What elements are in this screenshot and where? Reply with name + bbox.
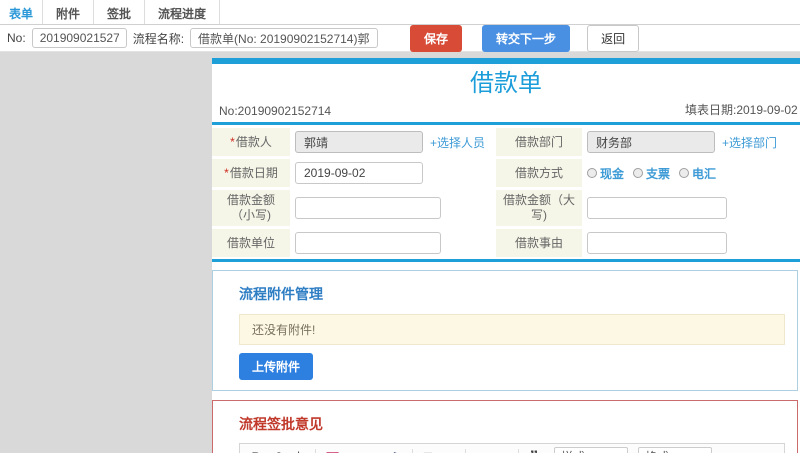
borrower-input[interactable] — [295, 131, 423, 153]
loan-unit-input[interactable] — [295, 232, 441, 254]
borrower-label: *借款人 — [212, 128, 290, 156]
tab-attachments[interactable]: 附件 — [43, 0, 95, 24]
radio-icon[interactable] — [633, 168, 644, 178]
attachments-heading: 流程附件管理 — [239, 286, 323, 302]
remove-format-icon[interactable]: ⌫ — [321, 447, 341, 453]
action-toolbar: No: 流程名称: 保存 转交下一步 返回 — [0, 24, 800, 52]
select-department-link[interactable]: +选择部门 — [722, 134, 777, 151]
amount-uppercase-input[interactable] — [587, 197, 727, 219]
italic-icon[interactable]: I — [268, 447, 288, 453]
radio-wire[interactable]: 电汇 — [679, 165, 716, 182]
radio-icon[interactable] — [679, 168, 690, 178]
loan-unit-label: 借款单位 — [212, 229, 290, 257]
amount-lowercase-label: 借款金额（小写) — [212, 190, 290, 226]
tab-bar: 表单 附件 签批 流程进度 — [0, 0, 800, 25]
form-fill-date: 填表日期:2019-09-02 15:27:1 — [685, 103, 800, 117]
required-asterisk: * — [230, 134, 235, 149]
rich-text-editor: B I abc ⌫ ⚭ ⚮ ⚑ ≣ ≡ ⇤ ⇥ ” — [239, 443, 785, 453]
required-asterisk: * — [224, 165, 229, 180]
bulleted-list-icon[interactable]: ≡ — [440, 447, 460, 453]
loan-method-label: 借款方式 — [496, 159, 582, 187]
back-button[interactable]: 返回 — [587, 24, 640, 52]
editor-toolbar: B I abc ⌫ ⚭ ⚮ ⚑ ≣ ≡ ⇤ ⇥ ” — [240, 444, 784, 453]
anchor-flag-icon[interactable]: ⚑ — [387, 447, 407, 453]
select-person-link[interactable]: +选择人员 — [430, 134, 485, 151]
upload-attachment-button[interactable]: 上传附件 — [239, 353, 314, 380]
loan-reason-input[interactable] — [587, 232, 727, 254]
link-icon[interactable]: ⚭ — [343, 447, 363, 453]
tab-approval[interactable]: 签批 — [94, 0, 146, 24]
form-title: 借款单 — [470, 70, 542, 97]
amount-lowercase-input[interactable] — [295, 197, 441, 219]
radio-cheque[interactable]: 支票 — [633, 165, 670, 182]
no-attachments-alert: 还没有附件! — [239, 314, 785, 345]
loan-method-options: 现金 支票 电汇 — [587, 165, 716, 182]
loan-date-label: *借款日期 — [212, 159, 290, 187]
outdent-icon[interactable]: ⇤ — [471, 447, 491, 453]
save-button[interactable]: 保存 — [410, 24, 463, 52]
numbered-list-icon[interactable]: ≣ — [418, 447, 438, 453]
divider-line-bottom — [212, 259, 800, 262]
toolbar-separator — [412, 448, 413, 453]
approval-heading: 流程签批意见 — [239, 416, 323, 432]
format-select[interactable]: 格式 ▾ — [638, 446, 712, 453]
department-label: 借款部门 — [496, 128, 582, 156]
tab-progress[interactable]: 流程进度 — [145, 0, 221, 24]
styles-select[interactable]: 样式 ▾ — [554, 446, 628, 453]
bold-icon[interactable]: B — [246, 447, 266, 453]
form-panel: 借款单 No:20190902152714 填表日期:2019-09-02 15… — [212, 58, 800, 453]
no-input[interactable] — [31, 28, 127, 48]
tab-form[interactable]: 表单 — [0, 0, 44, 24]
process-name-input[interactable] — [190, 28, 379, 48]
loan-date-input[interactable] — [295, 162, 423, 184]
forward-next-step-button[interactable]: 转交下一步 — [482, 24, 571, 52]
unlink-icon[interactable]: ⚮ — [365, 447, 385, 453]
strikethrough-icon[interactable]: abc — [290, 447, 310, 453]
form-meta-row: No:20190902152714 填表日期:2019-09-02 15:27:… — [212, 100, 800, 120]
form-number: No:20190902152714 — [219, 104, 332, 118]
loan-form-grid: *借款人 +选择人员 借款部门 +选择部门 *借款日期 借款方式 现金 — [212, 128, 800, 257]
blockquote-icon[interactable]: ” — [524, 447, 544, 453]
divider-line-top — [212, 122, 800, 125]
indent-icon[interactable]: ⇥ — [493, 447, 513, 453]
radio-icon[interactable] — [587, 168, 597, 178]
approval-section: 流程签批意见 B I abc ⌫ ⚭ ⚮ ⚑ ≣ ≡ ⇤ ⇥ — [212, 400, 798, 453]
panel-top-accent-bar — [212, 58, 800, 64]
toolbar-separator — [465, 448, 466, 453]
no-label: No: — [7, 31, 26, 45]
toolbar-separator — [518, 448, 519, 453]
process-name-label: 流程名称: — [132, 31, 185, 46]
toolbar-separator — [315, 448, 316, 453]
radio-cash[interactable]: 现金 — [587, 165, 624, 182]
page-background: 借款单 No:20190902152714 填表日期:2019-09-02 15… — [0, 52, 800, 453]
department-input[interactable] — [587, 131, 715, 153]
loan-reason-label: 借款事由 — [496, 229, 582, 257]
attachments-section: 流程附件管理 还没有附件! 上传附件 — [212, 270, 798, 391]
amount-uppercase-label: 借款金额（大写) — [496, 190, 582, 226]
